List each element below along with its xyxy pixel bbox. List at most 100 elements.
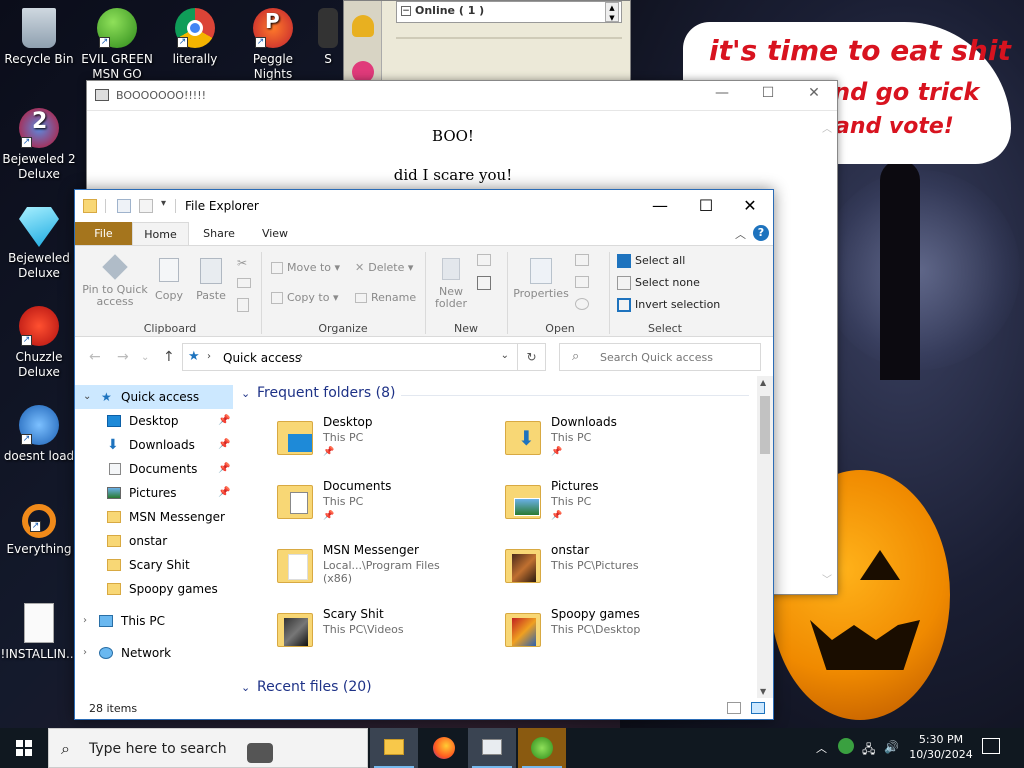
desktop-icon-partial[interactable]: S xyxy=(312,8,344,80)
new-folder-quick-icon[interactable] xyxy=(139,199,153,213)
paste-shortcut-icon[interactable] xyxy=(237,298,249,312)
open-icon[interactable] xyxy=(575,254,589,266)
frequent-folders-header[interactable]: Frequent folders (8) xyxy=(257,385,396,401)
folder-tile-desktop[interactable]: Desktop This PC 📌 xyxy=(241,411,461,467)
desktop-icon-literally[interactable]: ↗ literally xyxy=(156,8,234,80)
notifications-icon[interactable] xyxy=(982,738,1000,754)
file-explorer-window[interactable]: ▾ File Explorer — ☐ ✕ File Home Share Vi… xyxy=(74,189,774,720)
online-group-row[interactable]: − Online ( 1 ) ▲ ▼ xyxy=(396,1,622,23)
copy-to-button[interactable]: Copy to ▾ xyxy=(271,292,338,304)
desktop-icon-bejeweled-2[interactable]: 2 ↗ Bejeweled 2 Deluxe xyxy=(0,108,78,182)
nav-item-pictures[interactable]: Pictures 📌 xyxy=(75,481,233,505)
expand-chevron-icon[interactable]: › xyxy=(83,641,87,665)
desktop-icon-chuzzle[interactable]: ↗ Chuzzle Deluxe xyxy=(0,306,78,380)
folder-tile-scary-shit[interactable]: Scary Shit This PC\Videos xyxy=(241,603,461,659)
recent-files-header[interactable]: Recent files (20) xyxy=(257,679,372,695)
desktop-icon-bejeweled[interactable]: Bejeweled Deluxe xyxy=(0,207,78,281)
boo-scrollbar[interactable]: ︿ ﹀ xyxy=(817,112,837,594)
content-scrollbar[interactable]: ▲ ▼ xyxy=(757,376,773,698)
scroll-arrows-icon[interactable]: ▲ ▼ xyxy=(605,2,619,22)
chevron-up-icon[interactable]: ︿ xyxy=(822,120,832,135)
new-folder-button[interactable]: New folder xyxy=(433,258,469,310)
address-dropdown-icon[interactable]: ⌄ xyxy=(501,350,509,361)
up-arrow-icon[interactable]: ↑ xyxy=(163,349,175,365)
select-none-button[interactable]: Select none xyxy=(617,276,700,290)
nav-item-spoopy-games[interactable]: Spoopy games xyxy=(75,577,233,601)
folder-tile-spoopy-games[interactable]: Spoopy games This PC\Desktop xyxy=(469,603,689,659)
back-arrow-icon[interactable]: ← xyxy=(89,349,101,365)
folder-tile-pictures[interactable]: Pictures This PC 📌 xyxy=(469,475,689,531)
explorer-titlebar[interactable]: ▾ File Explorer — ☐ ✕ xyxy=(75,190,773,222)
properties-button[interactable]: Properties xyxy=(513,258,569,300)
scroll-down-icon[interactable]: ▼ xyxy=(760,687,766,696)
volume-icon[interactable]: 🔊 xyxy=(884,740,899,768)
taskbar-firefox[interactable] xyxy=(420,728,468,768)
desktop-icon-peggle-nights[interactable]: P ↗ Peggle Nights xyxy=(234,8,312,80)
copy-button[interactable]: Copy xyxy=(153,258,185,302)
taskbar-search[interactable]: ⌕ Type here to search xyxy=(48,728,368,768)
address-box[interactable]: ★ › Quick access › ⌄ xyxy=(182,343,518,371)
paste-button[interactable]: Paste xyxy=(193,258,229,302)
taskbar-boo-window[interactable] xyxy=(468,728,516,768)
details-view-icon[interactable] xyxy=(727,702,741,714)
desktop-icon-evil-green-msn[interactable]: ↗ EVIL GREEN MSN GO xyxy=(78,8,156,80)
minimize-button[interactable]: — xyxy=(637,190,683,222)
edit-icon[interactable] xyxy=(575,276,589,288)
properties-quick-icon[interactable] xyxy=(117,199,131,213)
nav-item-this-pc[interactable]: › This PC xyxy=(75,609,233,633)
delete-button[interactable]: ✕ Delete ▾ xyxy=(355,262,413,274)
nav-item-quick-access[interactable]: ⌄ ★ Quick access xyxy=(75,385,233,409)
desktop-icon-recycle-bin[interactable]: Recycle Bin xyxy=(0,8,78,67)
folder-tile-downloads[interactable]: ⬇ Downloads This PC 📌 xyxy=(469,411,689,467)
breadcrumb-quick-access[interactable]: Quick access xyxy=(223,351,301,365)
boo-titlebar[interactable]: BOOOOOOO!!!!! — ☐ ✕ xyxy=(87,81,837,111)
collapse-ribbon-icon[interactable]: ︿ xyxy=(735,226,746,242)
expand-chevron-icon[interactable]: ⌄ xyxy=(83,385,91,409)
nav-item-onstar[interactable]: onstar xyxy=(75,529,233,553)
tab-share[interactable]: Share xyxy=(191,222,247,245)
tab-file[interactable]: File xyxy=(75,222,132,245)
close-button[interactable]: ✕ xyxy=(727,190,773,222)
show-hidden-icons-icon[interactable]: ︿ xyxy=(816,740,827,768)
collapse-group-icon[interactable]: ⌄ xyxy=(241,681,250,694)
nav-item-msn-messenger[interactable]: MSN Messenger xyxy=(75,505,233,529)
tab-home[interactable]: Home xyxy=(132,222,189,245)
invert-selection-button[interactable]: Invert selection xyxy=(617,298,720,312)
move-to-button[interactable]: Move to ▾ xyxy=(271,262,340,274)
large-icons-view-icon[interactable] xyxy=(751,702,765,714)
maximize-button[interactable]: ☐ xyxy=(745,85,791,107)
start-button[interactable] xyxy=(0,728,48,768)
close-button[interactable]: ✕ xyxy=(791,85,837,107)
desktop-icon-doesnt-load[interactable]: ↗ doesnt load xyxy=(0,405,78,464)
pin-to-quick-access-button[interactable]: Pin to Quick access xyxy=(81,254,149,308)
tab-view[interactable]: View xyxy=(247,222,303,245)
nav-item-scary-shit[interactable]: Scary Shit xyxy=(75,553,233,577)
bell-icon[interactable] xyxy=(352,15,374,37)
select-all-button[interactable]: Select all xyxy=(617,254,685,268)
forward-arrow-icon[interactable]: → xyxy=(117,349,129,365)
nav-item-documents[interactable]: Documents 📌 xyxy=(75,457,233,481)
help-icon[interactable]: ? xyxy=(753,225,769,241)
folder-tile-msn-messenger[interactable]: MSN Messenger Local...\Program Files (x8… xyxy=(241,539,461,595)
scrollbar-thumb[interactable] xyxy=(760,396,770,454)
customize-quick-access-icon[interactable]: ▾ xyxy=(161,198,166,209)
expand-chevron-icon[interactable]: › xyxy=(83,609,87,633)
nav-item-downloads[interactable]: ⬇ Downloads 📌 xyxy=(75,433,233,457)
collapse-icon[interactable]: − xyxy=(401,6,411,16)
system-clock[interactable]: 5:30 PM 10/30/2024 xyxy=(906,732,976,762)
taskbar-msn-messenger[interactable] xyxy=(518,728,566,768)
recent-locations-icon[interactable]: ⌄ xyxy=(141,352,149,363)
messenger-window[interactable]: − Online ( 1 ) ▲ ▼ xyxy=(343,0,631,85)
refresh-button[interactable]: ↻ xyxy=(517,343,546,371)
copy-path-icon[interactable] xyxy=(237,278,251,288)
msn-tray-icon[interactable] xyxy=(838,738,854,754)
collapse-group-icon[interactable]: ⌄ xyxy=(241,387,250,400)
folder-tile-documents[interactable]: Documents This PC 📌 xyxy=(241,475,461,531)
cut-icon[interactable]: ✂ xyxy=(237,256,247,270)
rename-button[interactable]: Rename xyxy=(355,292,416,304)
history-icon[interactable] xyxy=(575,298,589,310)
chevron-down-icon[interactable]: ﹀ xyxy=(822,571,832,586)
nav-item-network[interactable]: › Network xyxy=(75,641,233,665)
nav-item-desktop[interactable]: Desktop 📌 xyxy=(75,409,233,433)
desktop-icon-everything[interactable]: ↗ Everything xyxy=(0,504,78,557)
